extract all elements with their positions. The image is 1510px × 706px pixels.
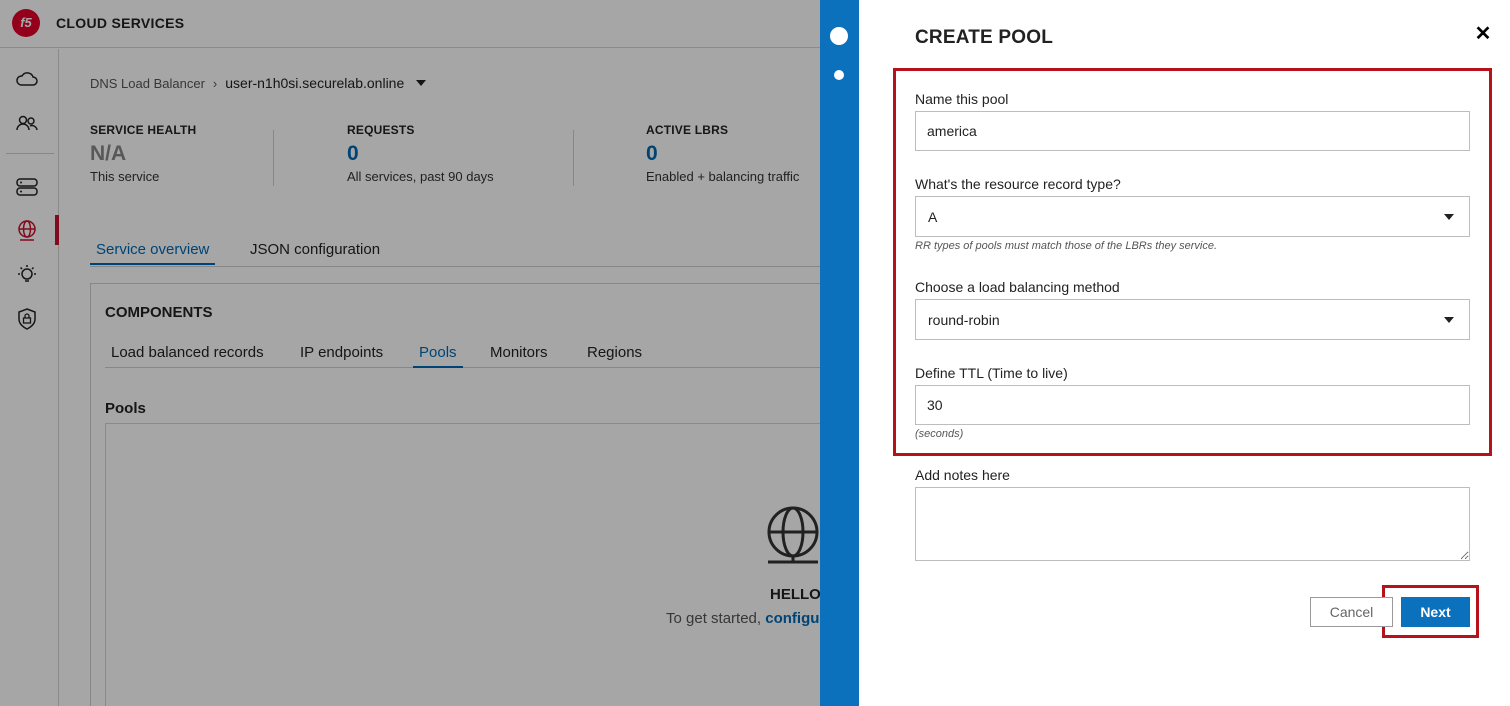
lb-method-label: Choose a load balancing method [915,279,1120,295]
pool-name-input[interactable] [915,111,1470,151]
record-type-label: What's the resource record type? [915,176,1121,192]
drawer-title: CREATE POOL [915,27,1054,48]
pool-name-label: Name this pool [915,91,1009,107]
ttl-input[interactable] [915,385,1470,425]
lb-method-value: round-robin [928,312,1000,328]
modal-backdrop[interactable] [0,0,820,706]
record-type-value: A [928,209,938,225]
step-indicator-current [830,27,848,45]
cancel-button[interactable]: Cancel [1310,597,1393,627]
record-type-select[interactable]: A [915,196,1470,237]
step-indicator-next [834,70,844,80]
ttl-hint: (seconds) [915,428,964,440]
close-icon[interactable]: ✕ [1473,24,1493,44]
record-type-hint: RR types of pools must match those of th… [915,240,1218,252]
create-pool-drawer: CREATE POOL ✕ Name this pool What's the … [859,0,1510,706]
notes-textarea[interactable] [915,487,1470,561]
wizard-stepper [820,0,859,706]
chevron-down-icon [1444,317,1454,323]
lb-method-select[interactable]: round-robin [915,299,1470,340]
ttl-label: Define TTL (Time to live) [915,365,1068,381]
chevron-down-icon [1444,214,1454,220]
notes-label: Add notes here [915,467,1010,483]
next-button[interactable]: Next [1401,597,1470,627]
